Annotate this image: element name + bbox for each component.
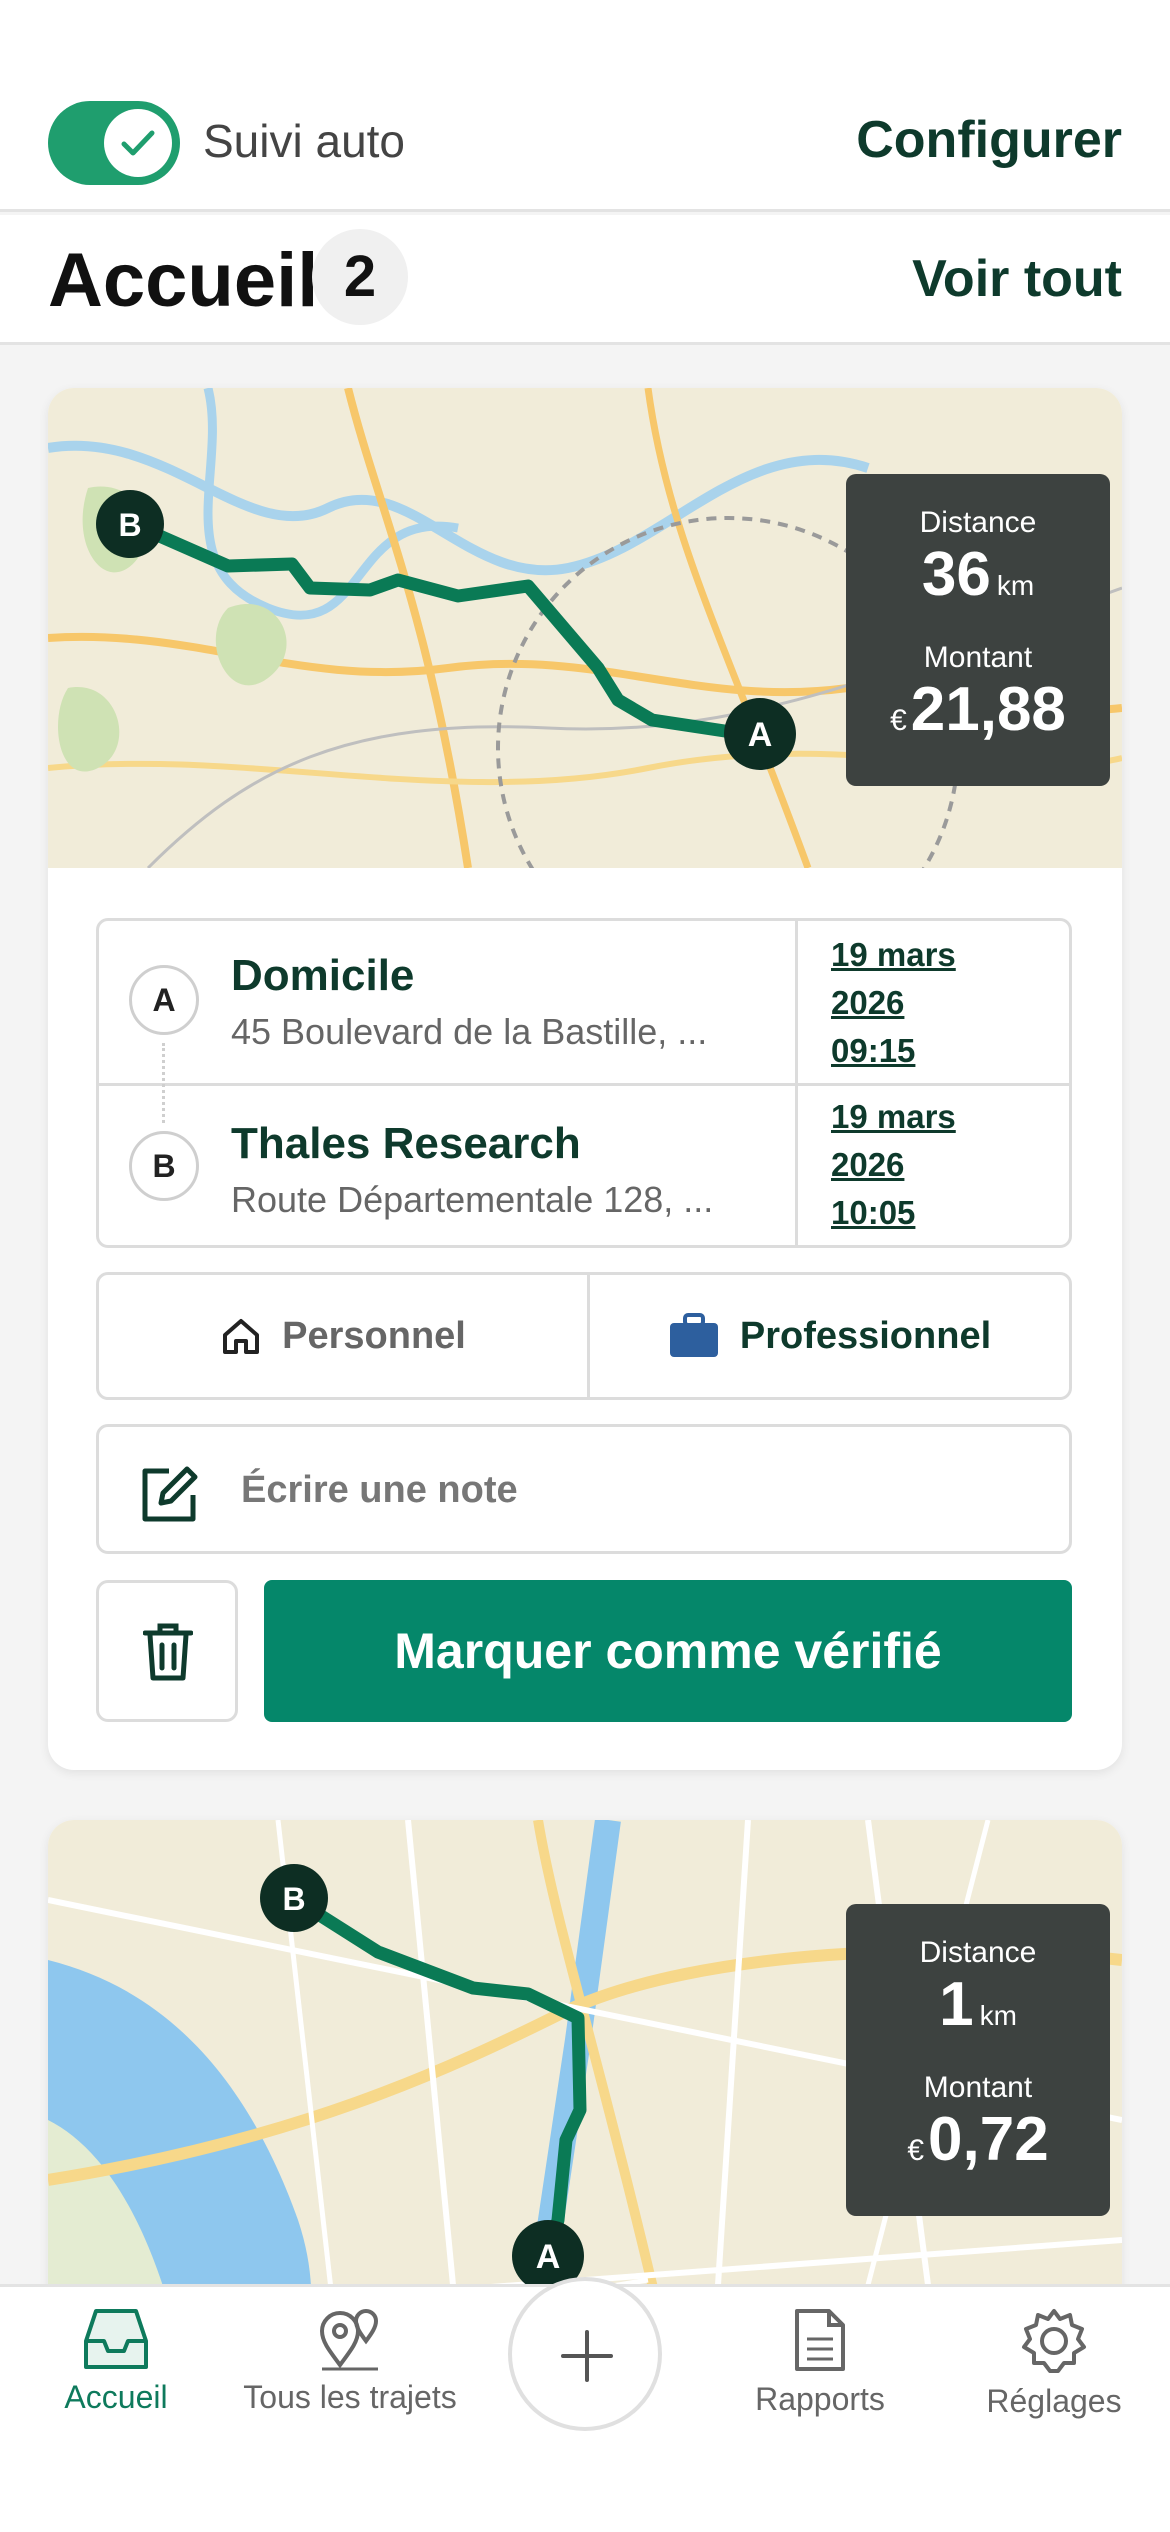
svg-text:A: A	[536, 2238, 561, 2276]
category-professional-label: Professionnel	[739, 1314, 992, 1357]
edit-note-icon	[142, 1466, 198, 1522]
category-professional-button[interactable]: Professionnel	[590, 1275, 1069, 1397]
bottom-tab-bar: Accueil Tous les trajets Rapports Réglag…	[0, 2277, 1170, 2532]
end-place-name[interactable]: Thales Research	[231, 1119, 581, 1169]
top-bar: Suivi auto Configurer	[0, 0, 1170, 212]
delete-trip-button[interactable]	[96, 1580, 238, 1722]
mark-verified-button[interactable]: Marquer comme vérifié	[264, 1580, 1072, 1722]
gear-icon	[1022, 2309, 1086, 2373]
trash-icon	[143, 1623, 193, 1681]
marker-a-icon: A	[724, 698, 796, 770]
auto-tracking-toggle[interactable]	[48, 101, 180, 185]
see-all-link[interactable]: Voir tout	[912, 249, 1122, 309]
note-input[interactable]: Écrire une note	[96, 1424, 1072, 1554]
svg-text:B: B	[282, 1881, 305, 1917]
distance-value: 36 km	[921, 540, 1035, 609]
auto-tracking-label: Suivi auto	[203, 115, 406, 167]
tab-settings[interactable]: Réglages	[934, 2307, 1170, 2420]
start-place-address: 45 Boulevard de la Bastille, ...	[231, 1011, 708, 1052]
trip-count-badge: 2	[312, 229, 408, 325]
document-icon	[795, 2309, 845, 2371]
end-marker: B	[129, 1131, 199, 1201]
distance-label: Distance	[919, 506, 1037, 539]
divider	[99, 1083, 1069, 1086]
tab-home-label: Accueil	[64, 2379, 168, 2415]
tab-home[interactable]: Accueil	[0, 2307, 236, 2416]
tab-all-trips-label: Tous les trajets	[243, 2379, 457, 2415]
configure-link[interactable]: Configurer	[856, 110, 1122, 170]
end-datetime-link[interactable]: 19 mars 2026 10:05	[831, 1093, 1031, 1237]
briefcase-icon	[669, 1313, 718, 1357]
tab-all-trips[interactable]: Tous les trajets	[230, 2307, 470, 2416]
amount-value: €0,72	[907, 2105, 1049, 2174]
distance-value: 1 km	[939, 1970, 1017, 2039]
trip-category-selector: Personnel Professionnel	[96, 1272, 1072, 1400]
amount-label: Montant	[923, 641, 1033, 674]
inbox-tray-icon	[84, 2309, 148, 2369]
note-placeholder: Écrire une note	[241, 1469, 518, 1511]
marker-b-icon: B	[96, 490, 164, 558]
start-marker: A	[129, 965, 199, 1035]
start-datetime-link[interactable]: 19 mars 2026 09:15	[831, 931, 1031, 1075]
start-place-name[interactable]: Domicile	[231, 951, 414, 1001]
svg-text:B: B	[118, 507, 141, 543]
home-header: Accueil 2 Voir tout	[0, 215, 1170, 345]
route-connector	[162, 1043, 165, 1123]
home-icon	[223, 1319, 260, 1354]
route-details: A B Domicile 45 Boulevard de la Bastille…	[96, 918, 1072, 1248]
category-personal-label: Personnel	[282, 1314, 466, 1357]
page-title: Accueil	[48, 238, 319, 323]
amount-value: €21,88	[890, 675, 1066, 744]
plus-icon	[561, 2330, 613, 2382]
trip-card: B A Distance 36 km Montant €21,88 A B Dom…	[48, 388, 1122, 1770]
amount-label: Montant	[923, 2071, 1033, 2104]
marker-b-icon: B	[260, 1864, 328, 1932]
trip-map[interactable]: B A Distance 36 km Montant €21,88	[48, 388, 1122, 868]
tab-reports[interactable]: Rapports	[700, 2307, 940, 2418]
end-place-address: Route Départementale 128, ...	[231, 1179, 714, 1220]
trip-stats-panel: Distance 36 km Montant €21,88	[846, 474, 1110, 786]
category-personal-button[interactable]: Personnel	[99, 1275, 587, 1397]
tab-settings-label: Réglages	[986, 2383, 1122, 2419]
check-icon	[121, 130, 155, 156]
trip-stats-panel: Distance 1 km Montant €0,72	[846, 1904, 1110, 2216]
map-pins-icon	[319, 2309, 379, 2371]
add-trip-button[interactable]	[508, 2277, 662, 2431]
svg-text:A: A	[748, 716, 773, 754]
toggle-knob	[104, 109, 172, 177]
distance-label: Distance	[919, 1936, 1037, 1969]
tab-reports-label: Rapports	[755, 2381, 885, 2417]
